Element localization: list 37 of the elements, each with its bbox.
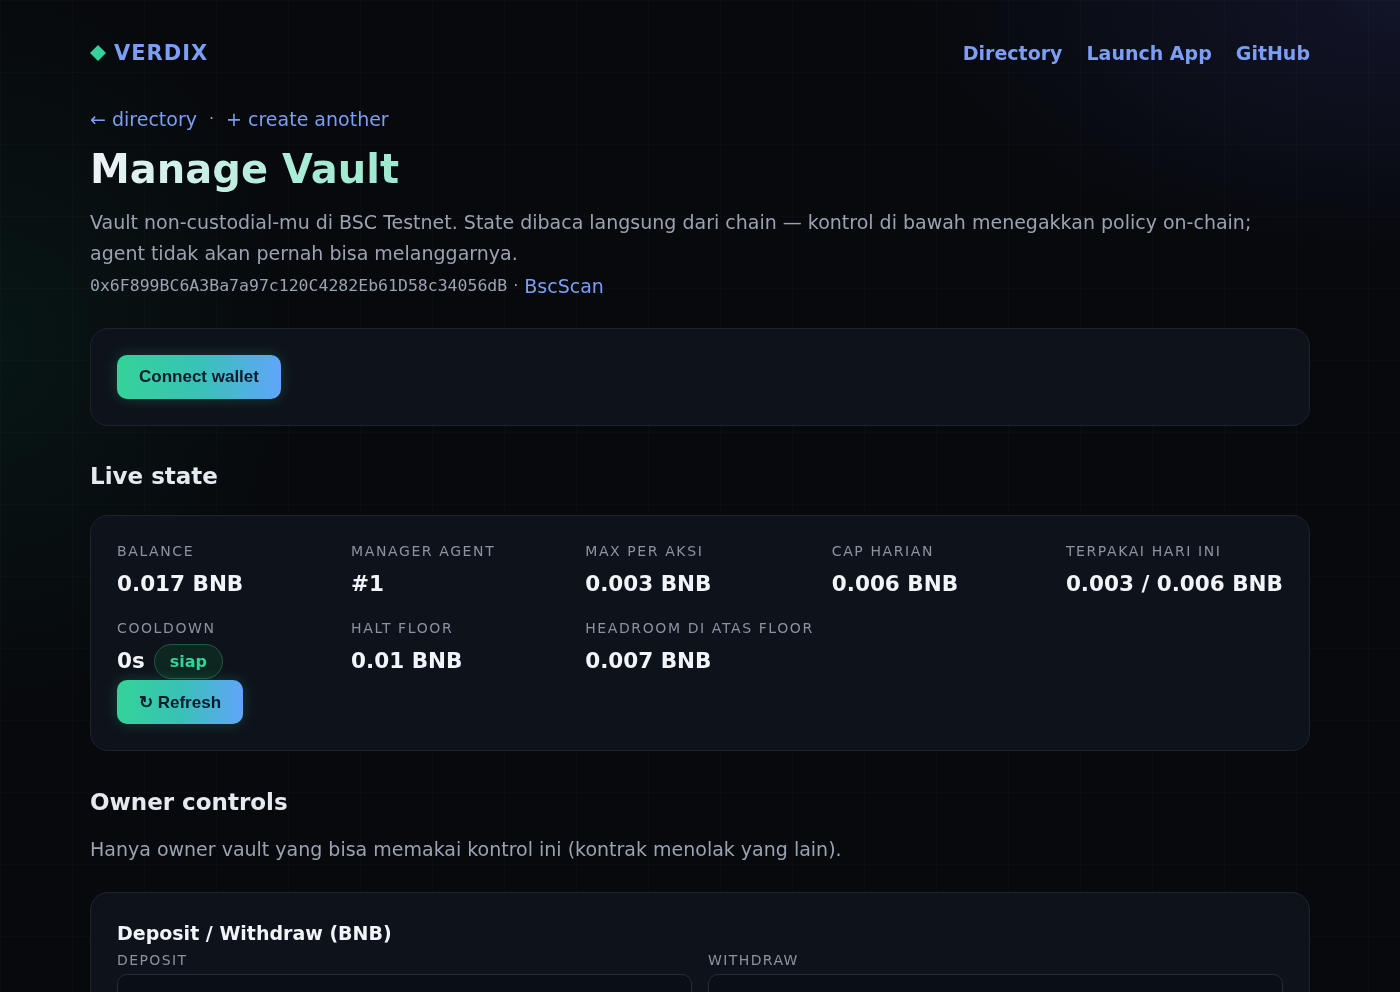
status-badge: siap <box>153 643 224 679</box>
bscscan-link[interactable]: BscScan <box>524 273 604 299</box>
stat-value: 0.006 BNB <box>831 570 959 598</box>
nav-link[interactable]: Launch App <box>1086 42 1212 64</box>
stat-value: 0.01 BNB <box>351 647 463 675</box>
stat-value: 0.003 BNB <box>585 570 712 598</box>
connect-wallet-button[interactable]: Connect wallet <box>117 355 281 399</box>
vault-address: 0x6F899BC6A3Ba7a97c120C4282Eb61D58c34056dB <box>90 275 508 297</box>
stat-label: TERPAKAI HARI INI <box>1065 542 1222 560</box>
section-heading: Owner controls <box>90 788 289 817</box>
field-label: DEPOSIT <box>117 951 189 969</box>
stat-value: 0.017 BNB <box>117 570 244 598</box>
panel-title: Deposit / Withdraw (BNB) <box>117 921 393 945</box>
breadcrumb-link[interactable]: + create another <box>226 107 389 131</box>
stat-value: #1 <box>351 570 385 598</box>
brand-name: VERDIX <box>114 41 209 65</box>
refresh-button[interactable]: ↻ Refresh <box>117 680 244 724</box>
stat-label: BALANCE <box>117 542 195 560</box>
stat-label: CAP HARIAN <box>831 542 935 560</box>
stat-label: COOLDOWN <box>117 619 216 637</box>
nav-link[interactable]: GitHub <box>1235 42 1310 64</box>
stat-label: MANAGER AGENT <box>351 542 496 560</box>
field-label: WITHDRAW <box>708 951 800 969</box>
stat-value: 0.007 BNB <box>585 647 712 675</box>
section-heading: Live state <box>90 462 219 491</box>
nav-link[interactable]: Directory <box>962 42 1063 64</box>
stat-value: 0s <box>117 647 145 675</box>
diamond-icon <box>90 45 106 61</box>
middle-dot: · <box>513 275 519 297</box>
stat-value: 0.003 / 0.006 BNB <box>1065 570 1283 598</box>
page-description: Vault non-custodial-mu di BSC Testnet. State dibaca langsung dari chain — kontrol di bawah menegakkan policy on-chain; agent tidak akan pernah bisa melanggarnya. <box>90 210 1253 266</box>
middle-dot: · <box>208 108 215 130</box>
breadcrumb-link[interactable]: ← directory <box>90 107 197 131</box>
section-note: Hanya owner vault yang bisa memakai kontrol ini (kontrak menolak yang lain). <box>90 837 843 862</box>
stat-label: MAX PER AKSI <box>585 542 704 560</box>
stat-label: HEADROOM DI ATAS FLOOR <box>585 619 814 637</box>
stat-label: HALT FLOOR <box>351 619 454 637</box>
